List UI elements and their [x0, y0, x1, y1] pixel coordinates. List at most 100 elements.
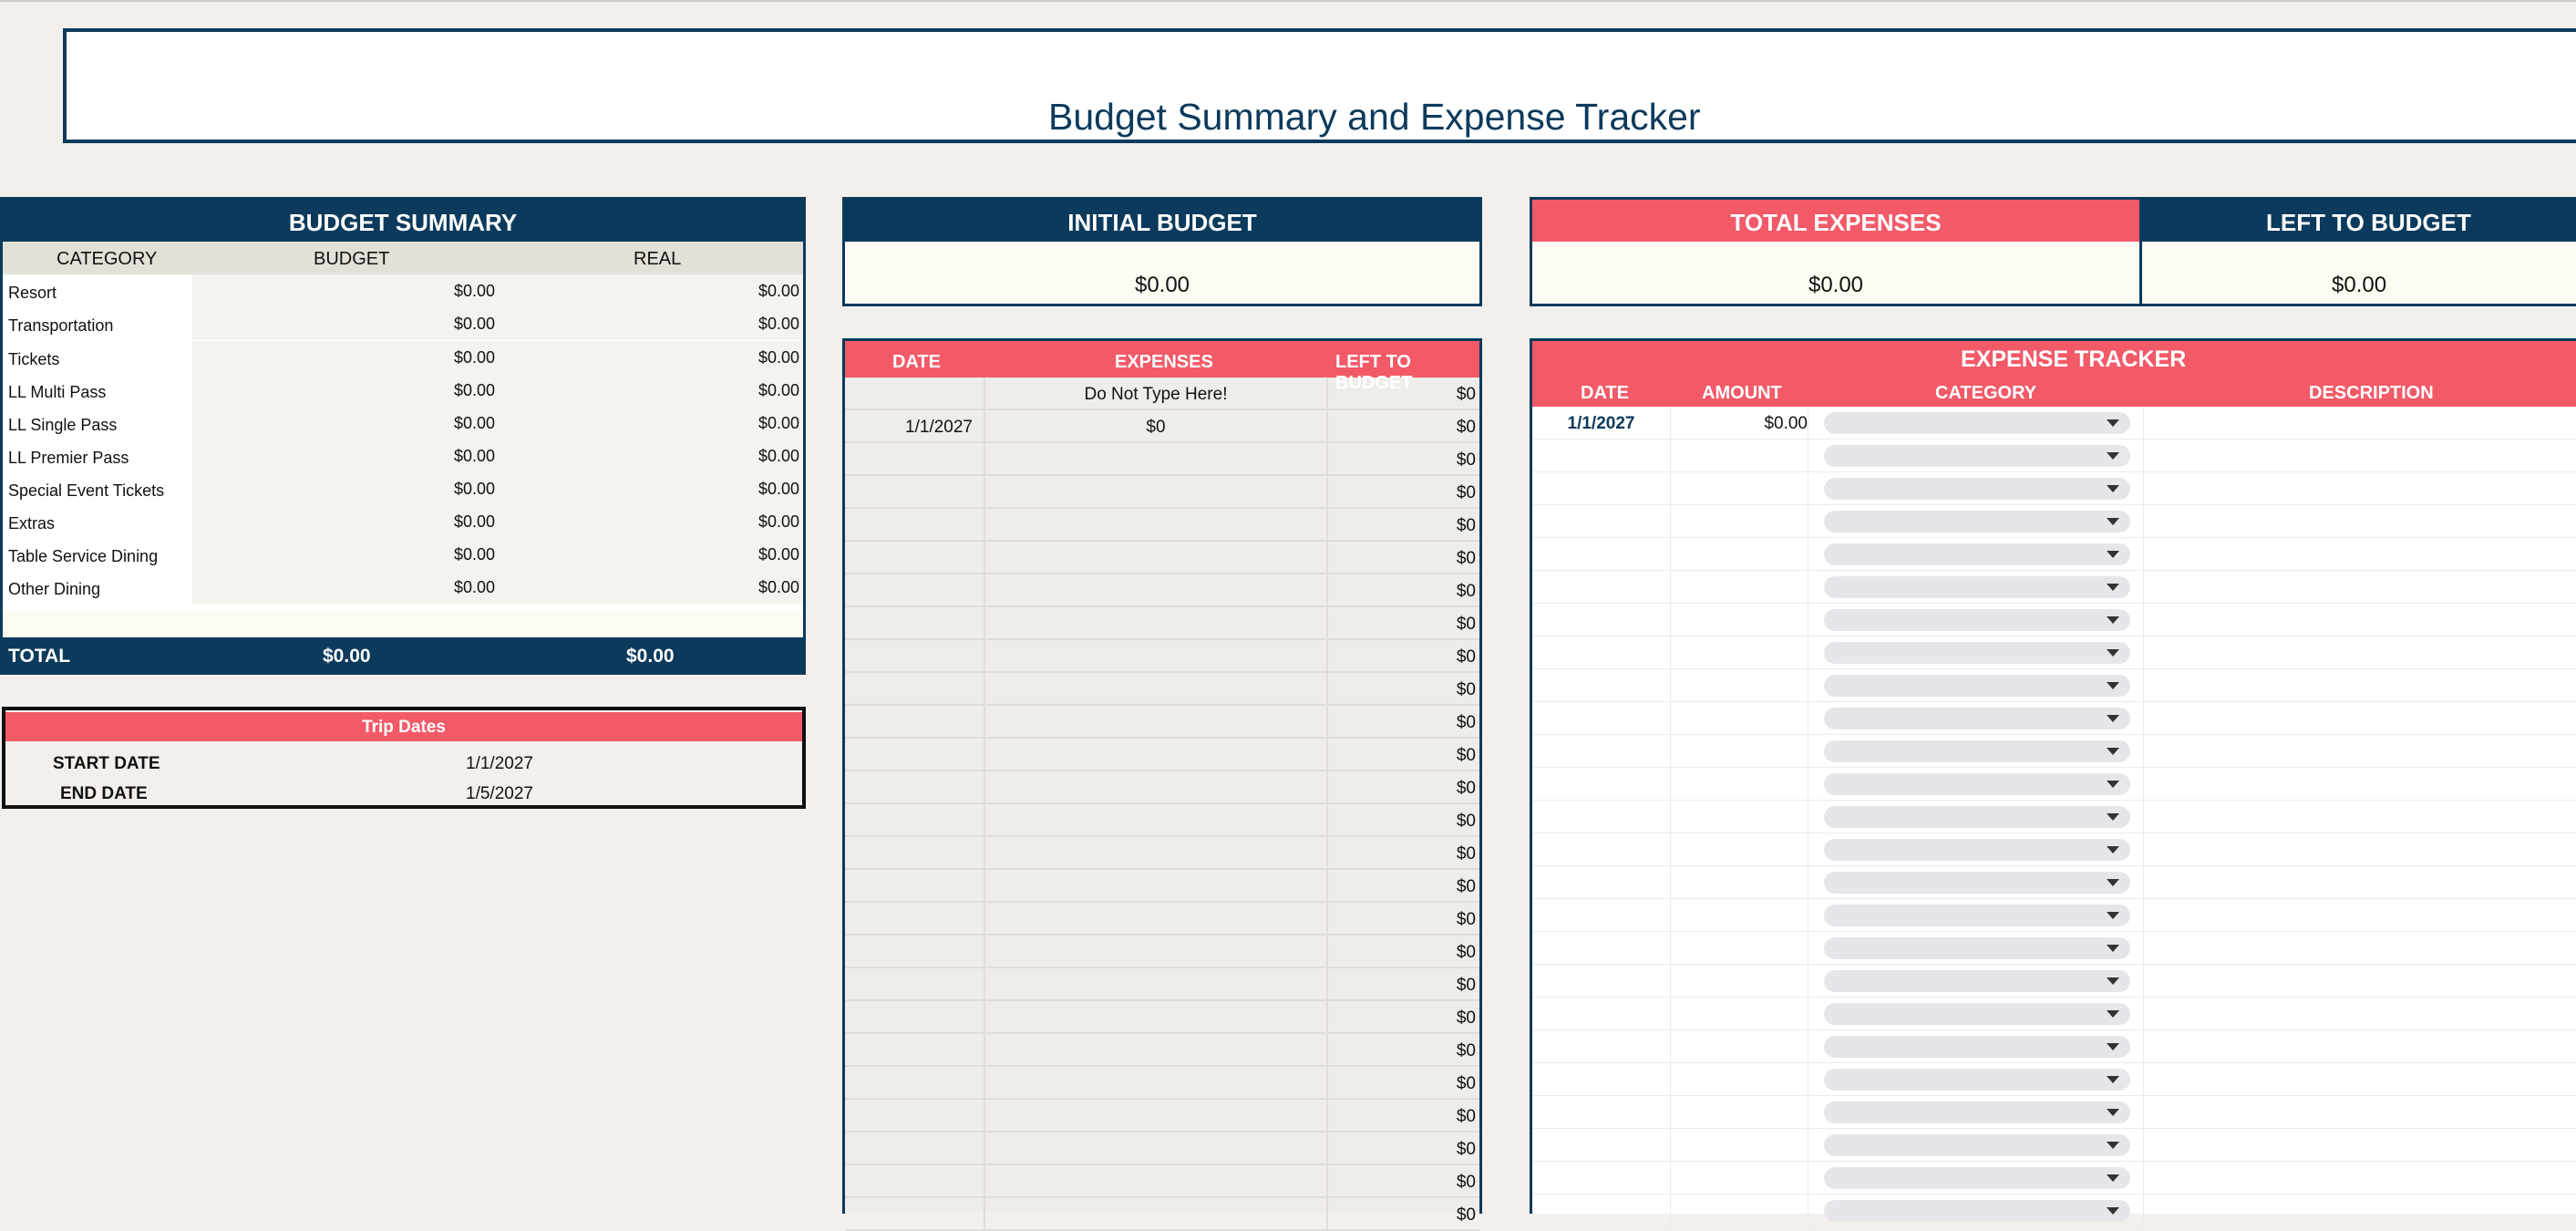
chevron-down-icon[interactable]: [2107, 616, 2119, 624]
chevron-down-icon[interactable]: [2107, 978, 2119, 985]
ledger-left-to-budget: $0: [1456, 450, 1476, 470]
page-title: Budget Summary and Expense Tracker: [1048, 96, 1701, 138]
category-dropdown[interactable]: [1824, 708, 2130, 729]
start-date-label: START DATE: [53, 754, 160, 773]
category-dropdown[interactable]: [1824, 576, 2130, 598]
ledger-left-to-budget: $0: [1456, 582, 1476, 601]
chevron-down-icon[interactable]: [2107, 715, 2119, 722]
category-dropdown[interactable]: [1824, 839, 2130, 861]
column-header-category: CATEGORY: [57, 249, 158, 269]
budget-value[interactable]: $0.00: [454, 512, 495, 532]
tracker-header-date: DATE: [1581, 383, 1629, 403]
chevron-down-icon[interactable]: [2107, 584, 2119, 591]
category-dropdown[interactable]: [1824, 642, 2130, 664]
category-dropdown[interactable]: [1824, 412, 2130, 434]
ledger-column-headers: DATE EXPENSES LEFT TO BUDGET: [845, 341, 1479, 393]
chevron-down-icon[interactable]: [2107, 485, 2119, 492]
budget-value[interactable]: $0.00: [454, 414, 495, 433]
expense-tracker-column-headers: DATE AMOUNT CATEGORY DESCRIPTION: [1532, 376, 2576, 407]
real-value: $0.00: [757, 578, 799, 596]
category-dropdown[interactable]: [1824, 872, 2130, 894]
expense-tracker-row: [1532, 1195, 2576, 1227]
category-dropdown[interactable]: [1824, 773, 2130, 795]
category-dropdown[interactable]: [1824, 511, 2130, 533]
category-dropdown[interactable]: [1824, 905, 2130, 926]
category-dropdown[interactable]: [1824, 1036, 2130, 1058]
category-dropdown[interactable]: [1824, 1102, 2130, 1123]
budget-summary-blank-row[interactable]: [3, 611, 803, 638]
category-dropdown[interactable]: [1824, 1167, 2130, 1189]
chevron-down-icon[interactable]: [2107, 551, 2119, 558]
category-dropdown[interactable]: [1824, 675, 2130, 697]
ledger-row: $0: [845, 1034, 1479, 1067]
ledger-row: $0: [845, 607, 1479, 640]
category-dropdown[interactable]: [1824, 1069, 2130, 1091]
ledger-left-to-budget: $0: [1456, 680, 1476, 699]
chevron-down-icon[interactable]: [2107, 1142, 2119, 1149]
budget-summary-row: Tickets $0.00 $0.00: [3, 341, 803, 374]
chevron-down-icon[interactable]: [2107, 518, 2119, 525]
ledger-header-date: DATE: [892, 352, 941, 372]
chevron-down-icon[interactable]: [2107, 419, 2119, 427]
budget-category-label: Transportation: [8, 316, 114, 335]
category-dropdown[interactable]: [1824, 806, 2130, 828]
ledger-left-to-budget: $0: [1456, 1173, 1476, 1192]
expense-date-cell[interactable]: 1/1/2027: [1532, 414, 1670, 434]
ledger-row: $0: [845, 640, 1479, 673]
total-budget: $0.00: [323, 646, 371, 667]
category-dropdown[interactable]: [1824, 740, 2130, 762]
ledger-row: $0: [845, 476, 1479, 509]
category-dropdown[interactable]: [1824, 609, 2130, 631]
chevron-down-icon[interactable]: [2107, 813, 2119, 821]
ledger-left-to-budget: $0: [1456, 549, 1476, 568]
chevron-down-icon[interactable]: [2107, 1109, 2119, 1116]
expense-amount-cell[interactable]: $0.00: [1671, 414, 1808, 434]
ledger-left-to-budget: $0: [1456, 779, 1476, 798]
column-header-budget: BUDGET: [314, 249, 390, 269]
category-dropdown[interactable]: [1824, 1200, 2130, 1222]
category-dropdown[interactable]: [1824, 1134, 2130, 1156]
category-dropdown[interactable]: [1824, 445, 2130, 467]
ledger-row: 1/1/2027 $0 $0: [845, 410, 1479, 443]
budget-value[interactable]: $0.00: [454, 447, 495, 466]
chevron-down-icon[interactable]: [2107, 649, 2119, 657]
ledger-row: $0: [845, 771, 1479, 804]
ledger-left-to-budget: $0: [1456, 877, 1476, 896]
category-dropdown[interactable]: [1824, 1003, 2130, 1025]
category-dropdown[interactable]: [1824, 970, 2130, 992]
budget-value[interactable]: $0.00: [454, 282, 495, 301]
chevron-down-icon[interactable]: [2107, 912, 2119, 919]
ledger-left-to-budget: $0: [1456, 844, 1476, 864]
chevron-down-icon[interactable]: [2107, 846, 2119, 853]
chevron-down-icon[interactable]: [2107, 1207, 2119, 1215]
chevron-down-icon[interactable]: [2107, 945, 2119, 952]
chevron-down-icon[interactable]: [2107, 1043, 2119, 1050]
chevron-down-icon[interactable]: [2107, 1010, 2119, 1018]
budget-value[interactable]: $0.00: [454, 480, 495, 499]
start-date-value[interactable]: 1/1/2027: [466, 754, 533, 774]
budget-value[interactable]: $0.00: [454, 578, 495, 597]
ledger-left-to-budget: $0: [1456, 516, 1476, 535]
chevron-down-icon[interactable]: [2107, 781, 2119, 788]
real-value: $0.00: [757, 282, 799, 300]
left-to-budget-card: LEFT TO BUDGET $0.00: [2142, 197, 2576, 306]
chevron-down-icon[interactable]: [2107, 682, 2119, 689]
end-date-value[interactable]: 1/5/2027: [466, 784, 533, 804]
budget-value[interactable]: $0.00: [454, 381, 495, 400]
budget-value[interactable]: $0.00: [454, 348, 495, 367]
category-dropdown[interactable]: [1824, 937, 2130, 959]
budget-value[interactable]: $0.00: [454, 315, 495, 334]
budget-summary-total-row: TOTAL $0.00 $0.00: [3, 637, 803, 672]
ledger-row: $0: [845, 870, 1479, 903]
chevron-down-icon[interactable]: [2107, 1174, 2119, 1182]
chevron-down-icon[interactable]: [2107, 879, 2119, 886]
ledger-row: $0: [845, 936, 1479, 968]
chevron-down-icon[interactable]: [2107, 1076, 2119, 1083]
chevron-down-icon[interactable]: [2107, 452, 2119, 460]
budget-value[interactable]: $0.00: [454, 545, 495, 564]
category-dropdown[interactable]: [1824, 478, 2130, 500]
category-dropdown[interactable]: [1824, 543, 2130, 565]
initial-budget-value[interactable]: $0.00: [845, 273, 1479, 298]
chevron-down-icon[interactable]: [2107, 748, 2119, 755]
end-date-label: END DATE: [60, 784, 148, 803]
